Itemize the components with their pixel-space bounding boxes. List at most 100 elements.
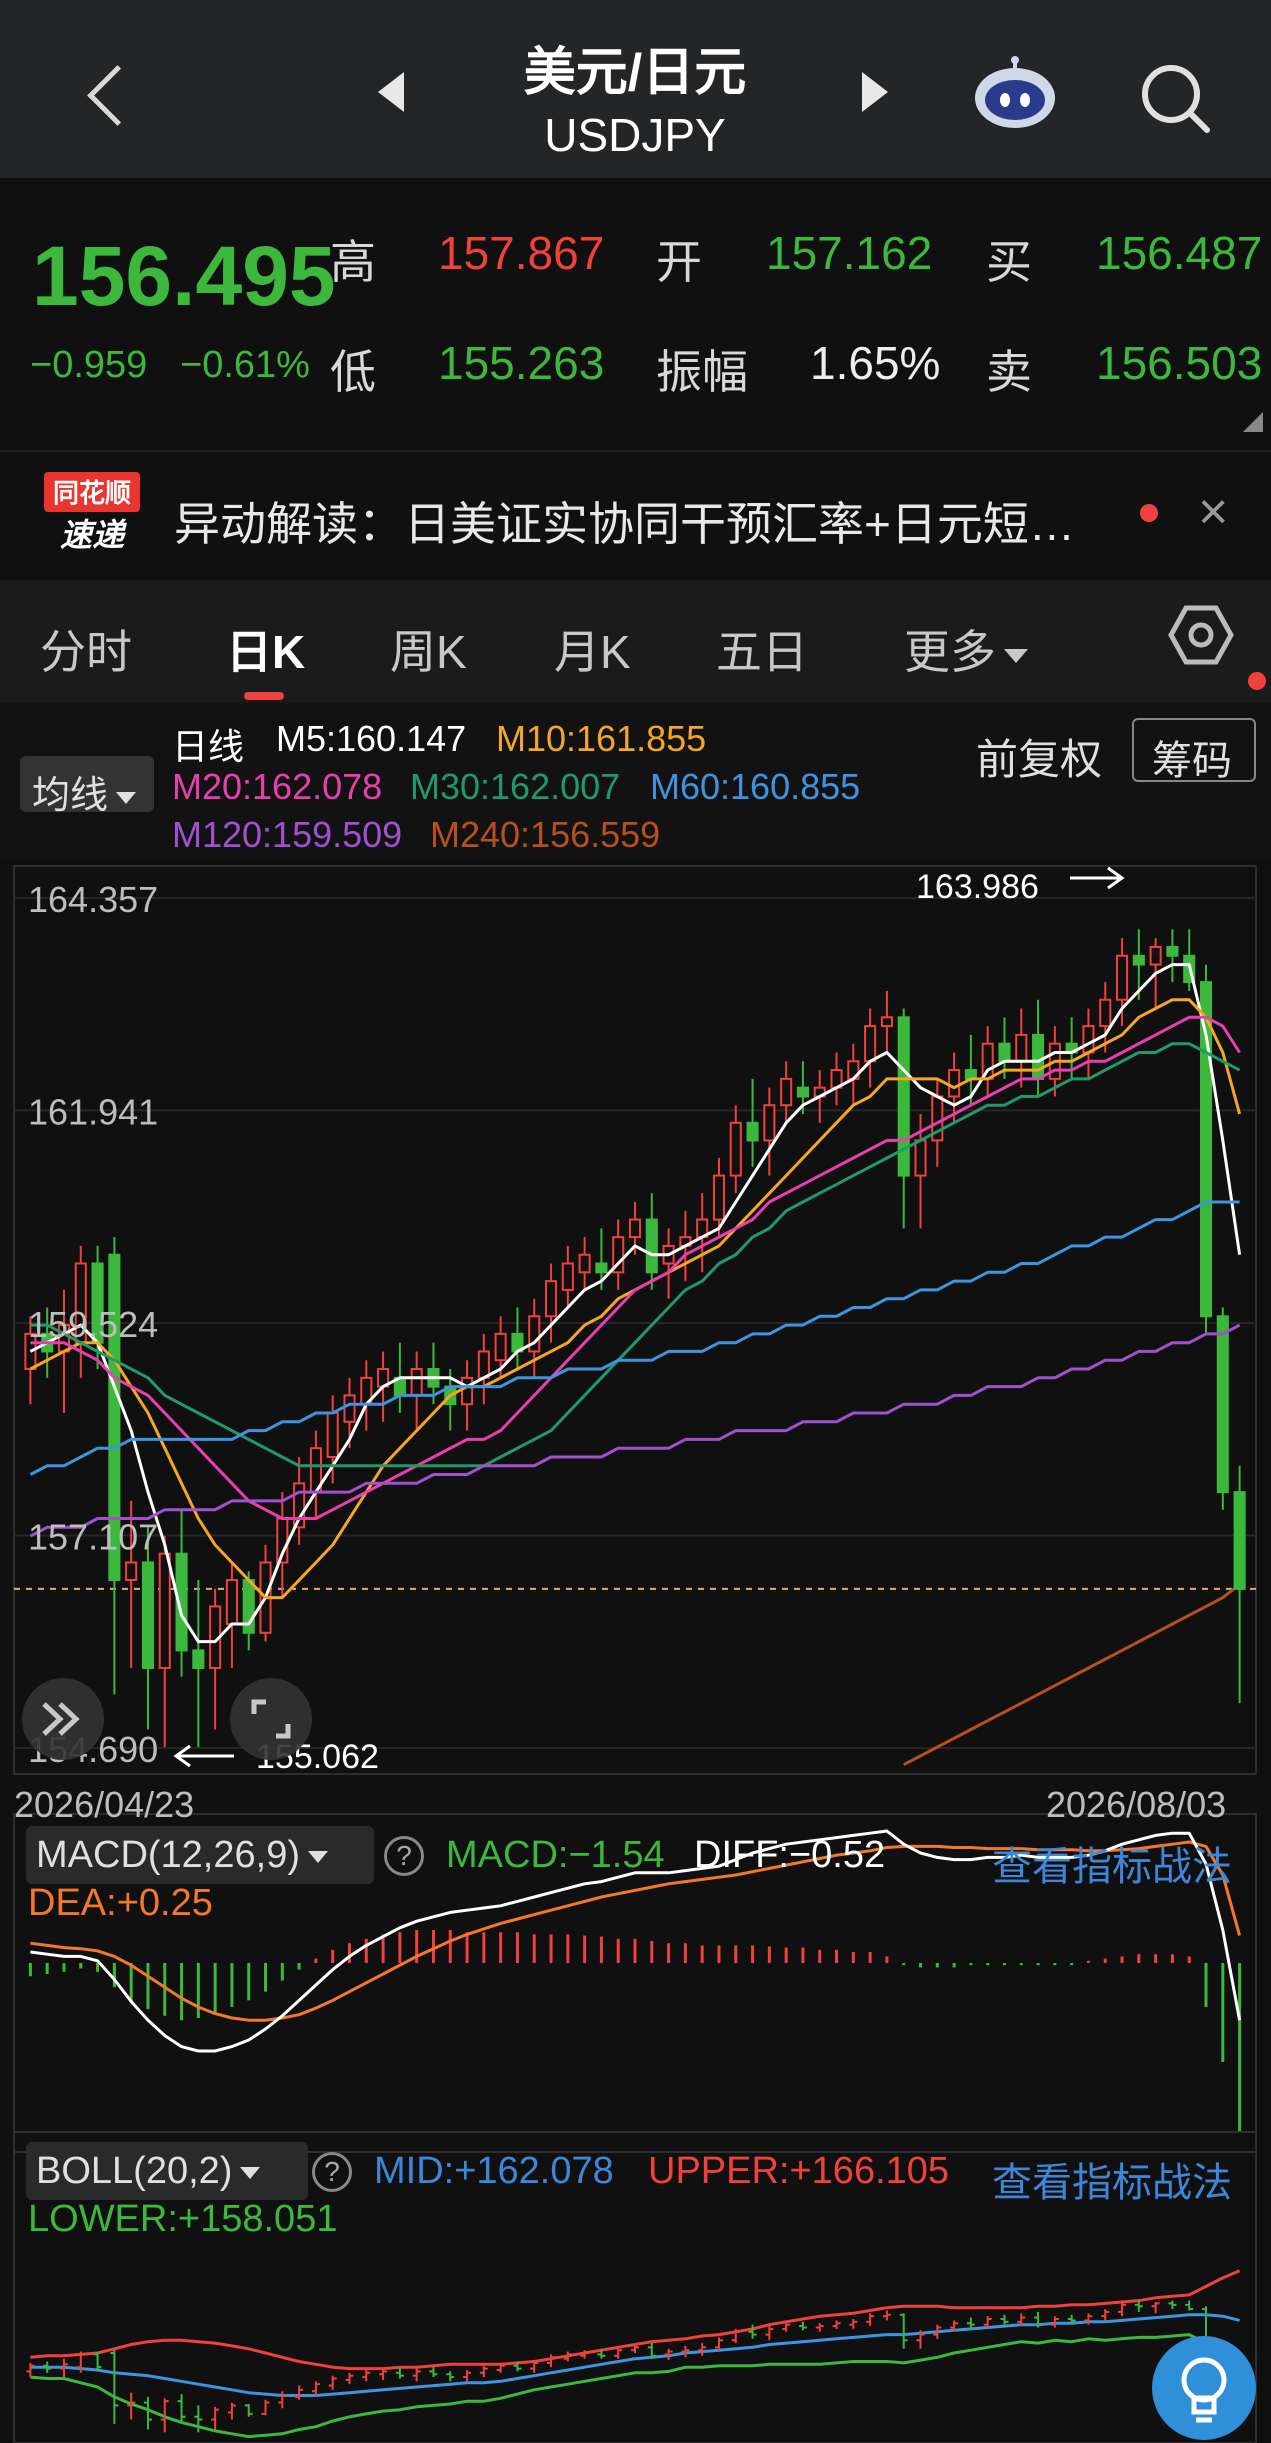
ma10-value: M10:161.855 (496, 718, 707, 759)
boll-mid-line (30, 2313, 1240, 2397)
tips-button[interactable] (1152, 2336, 1256, 2440)
candle-body (326, 1411, 339, 1458)
candle-body (125, 1561, 138, 1582)
tab-five-day[interactable]: 五日 (716, 616, 808, 682)
unread-dot (1140, 504, 1158, 522)
candle-body (712, 1174, 726, 1221)
tab-intraday[interactable]: 分时 (40, 616, 132, 682)
fullscreen-button[interactable] (230, 1678, 312, 1760)
top-nav-bar: 美元/日元 USDJPY (0, 0, 1271, 178)
ma-legend: 均线 日线 M5:160.147 M10:161.855 M20:162.078… (0, 702, 1271, 858)
chevron-down-icon (1004, 648, 1028, 663)
candle-body (1233, 1491, 1246, 1590)
macd-help-icon[interactable]: ? (384, 1836, 424, 1876)
ma5-value: M5:160.147 (276, 718, 467, 759)
fast-forward-button[interactable] (22, 1678, 104, 1760)
page-title: 美元/日元 (523, 44, 747, 102)
chevron-down-icon (116, 791, 137, 804)
ma-selector-label: 均线 (32, 775, 109, 817)
double-chevron-right-icon (42, 1702, 80, 1736)
tab-weekly-k[interactable]: 周K (390, 616, 467, 682)
amplitude-value: 1.65% (810, 337, 941, 389)
bid-label: 买 (986, 236, 1032, 288)
boll-chart (26, 2269, 1244, 2439)
candle-body (158, 1552, 171, 1669)
price-change-percent: −0.61% (180, 344, 310, 386)
search-icon[interactable] (1135, 58, 1215, 138)
y-tick-label: 161.941 (28, 1091, 158, 1132)
candle-body (796, 1086, 809, 1098)
news-bar[interactable]: 同花顺 速递 异动解读：日美证实协同干预汇率+日元短… × (0, 452, 1271, 576)
candle-body (1032, 1033, 1045, 1080)
ai-robot-icon[interactable] (972, 56, 1058, 130)
back-button[interactable] (78, 52, 138, 132)
ma240-line (903, 1583, 1241, 1767)
expand-corner-icon[interactable] (1243, 412, 1263, 432)
candle-body (998, 1042, 1011, 1063)
candle-body (729, 1121, 742, 1177)
amplitude-label: 振幅 (656, 346, 748, 398)
candle-body (461, 1376, 474, 1406)
candle-body (1082, 1025, 1095, 1054)
symbol-code: USDJPY (544, 109, 726, 161)
low-value: 155.263 (438, 337, 605, 389)
previous-symbol-button[interactable] (378, 72, 404, 112)
ma-selector-button[interactable]: 均线 (20, 756, 154, 817)
candle-body (578, 1253, 591, 1274)
boll-selector-button[interactable]: BOLL(20,2) (26, 2142, 308, 2200)
candle-body (746, 1121, 759, 1142)
next-symbol-button[interactable] (862, 72, 888, 112)
diff-value: DIFF:−0.52 (694, 1834, 886, 1876)
y-axis-labels: 164.357161.941159.524157.107154.690 (28, 866, 1125, 1770)
tab-more[interactable]: 更多 (904, 616, 1028, 682)
candle-body (544, 1280, 558, 1318)
macd-strategy-link[interactable]: 查看指标战法 (992, 1834, 1232, 1892)
fullscreen-icon (251, 1699, 291, 1739)
candle-body (141, 1561, 154, 1669)
candle-body (1132, 954, 1145, 966)
candle-body (1015, 1033, 1028, 1063)
boll-lower-value: LOWER:+158.051 (28, 2198, 338, 2240)
chips-button[interactable]: 筹码 (1132, 718, 1256, 783)
tab-daily-k[interactable]: 日K (226, 616, 305, 682)
ma-line-m20 (30, 1015, 1241, 1520)
candle-body (1099, 998, 1112, 1028)
high-label: 高 (330, 236, 376, 288)
macd-value: MACD:−1.54 (446, 1834, 665, 1876)
candle-body (864, 1025, 877, 1063)
boll-help-icon[interactable]: ? (312, 2152, 352, 2192)
news-headline[interactable]: 异动解读：日美证实协同干预汇率+日元短… (174, 488, 1075, 554)
ask-label: 卖 (986, 346, 1032, 398)
macd-selector-button[interactable]: MACD(12,26,9) (26, 1826, 374, 1884)
main-chart-grid (14, 897, 1256, 1749)
candle-body (628, 1218, 642, 1239)
lightbulb-icon (1181, 2357, 1227, 2423)
ask-value: 156.503 (1096, 337, 1263, 389)
x-axis-end-date: 2026/08/03 (1046, 1784, 1227, 1825)
last-price: 156.495 (32, 229, 336, 323)
boll-mid-value: MID:+162.078 (374, 2150, 614, 2192)
ma60-value: M60:160.855 (650, 766, 861, 807)
close-news-button[interactable]: × (1198, 482, 1228, 542)
svg-text:同花顺: 同花顺 (53, 479, 131, 509)
ma20-value: M20:162.078 (172, 766, 383, 807)
ma-line-m10 (29, 998, 1242, 1600)
tab-monthly-k[interactable]: 月K (554, 616, 631, 682)
candle-body (914, 1139, 927, 1177)
forward-adjust-toggle[interactable]: 前复权 (976, 726, 1102, 787)
candle-body (561, 1262, 574, 1291)
boll-upper-value: UPPER:+166.105 (648, 2150, 950, 2192)
chevron-down-icon (240, 2166, 261, 2179)
boll-strategy-link[interactable]: 查看指标战法 (992, 2150, 1232, 2208)
candle-body (1216, 1315, 1229, 1494)
svg-text:速递: 速递 (60, 516, 127, 554)
candle-body (192, 1649, 205, 1669)
candle-body (343, 1394, 356, 1423)
boll-selector-label: BOLL(20,2) (36, 2150, 233, 2192)
candle-body (780, 1077, 793, 1107)
candle-body (494, 1332, 507, 1362)
settings-hexagon-icon[interactable] (1168, 602, 1234, 668)
y-tick-label: 164.357 (28, 879, 158, 920)
macd-selector-label: MACD(12,26,9) (36, 1834, 300, 1876)
tab-more-label: 更多 (904, 626, 996, 678)
